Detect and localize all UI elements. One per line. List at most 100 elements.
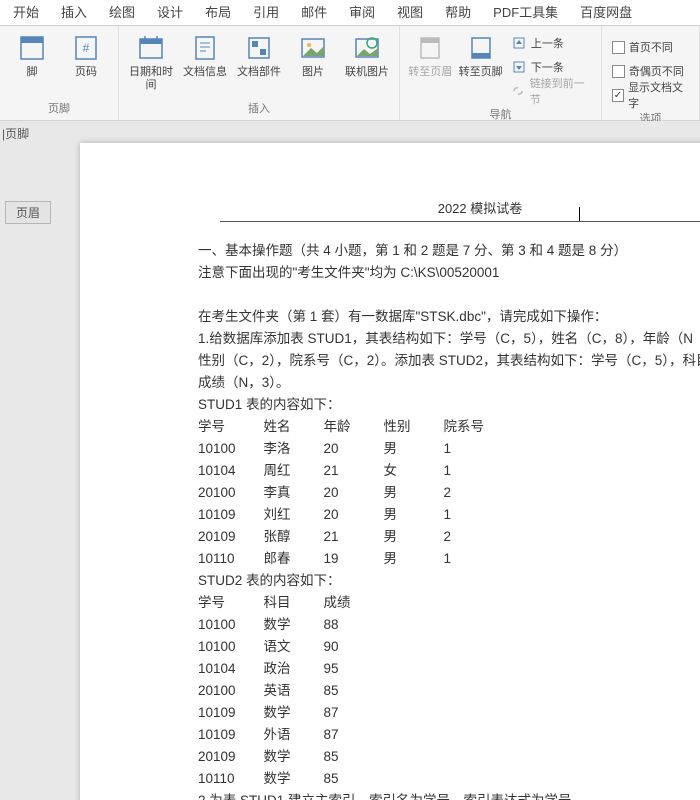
show-doctext-check[interactable]: ✓显示文档文字 bbox=[612, 84, 689, 106]
table-row: 10110郎春19男1 bbox=[198, 548, 512, 570]
tab-review[interactable]: 审阅 bbox=[338, 0, 386, 26]
table-row: 20100英语85 bbox=[198, 680, 379, 702]
header-text[interactable]: 2022 模拟试卷 bbox=[220, 198, 700, 219]
table-row: 20109数学85 bbox=[198, 746, 379, 768]
stud2-table: 学号科目成绩10100数学8810100语文9010104政治9520100英语… bbox=[198, 592, 379, 790]
table-cell: 20109 bbox=[198, 746, 264, 768]
checkbox-checked-icon: ✓ bbox=[612, 89, 624, 102]
table-cell: 19 bbox=[324, 548, 384, 570]
tab-start[interactable]: 开始 bbox=[2, 0, 50, 26]
table-row: 10110数学85 bbox=[198, 768, 379, 790]
tab-view[interactable]: 视图 bbox=[386, 0, 434, 26]
doc-line: 在考生文件夹（第 1 套）有一数据库"STSK.dbc"，请完成如下操作： bbox=[198, 306, 700, 328]
goto-footer-btn[interactable]: 转至页脚 bbox=[456, 30, 504, 104]
tab-help[interactable]: 帮助 bbox=[434, 0, 482, 26]
table-cell: 21 bbox=[324, 460, 384, 482]
goto-header-icon bbox=[414, 32, 446, 64]
group-nav: 转至页眉 转至页脚 上一条 下一条 链接到前一节 导航 bbox=[400, 26, 602, 120]
doc-line: 注意下面出现的"考生文件夹"均为 C:\KS\00520001 bbox=[198, 262, 700, 284]
table-header-cell: 年龄 bbox=[324, 416, 384, 438]
table-cell: 20 bbox=[324, 482, 384, 504]
picture-btn[interactable]: 图片 bbox=[287, 30, 339, 92]
table-row: 10100李洛20男1 bbox=[198, 438, 512, 460]
diff-oddeven-label: 奇偶页不同 bbox=[629, 63, 684, 79]
table-cell: 男 bbox=[384, 548, 444, 570]
picture-label: 图片 bbox=[302, 66, 324, 79]
docinfo-btn[interactable]: 文档信息 bbox=[179, 30, 231, 92]
table-cell: 95 bbox=[324, 658, 379, 680]
table-header-cell: 成绩 bbox=[324, 592, 379, 614]
table-header-cell: 性别 bbox=[384, 416, 444, 438]
onlinepic-btn[interactable]: 联机图片 bbox=[341, 30, 393, 92]
table-cell: 10109 bbox=[198, 702, 264, 724]
table-cell: 90 bbox=[324, 636, 379, 658]
tab-layout[interactable]: 布局 bbox=[194, 0, 242, 26]
table-cell: 数学 bbox=[264, 614, 324, 636]
table-header-cell: 姓名 bbox=[264, 416, 324, 438]
table-cell: 男 bbox=[384, 504, 444, 526]
tab-baidu[interactable]: 百度网盘 bbox=[569, 0, 643, 26]
table-cell: 男 bbox=[384, 526, 444, 548]
doc-line: STUD2 表的内容如下： bbox=[198, 570, 700, 592]
header-underline bbox=[220, 221, 700, 222]
table-header-cell: 院系号 bbox=[444, 416, 513, 438]
quickparts-label: 文档部件 bbox=[237, 66, 281, 79]
table-cell: 男 bbox=[384, 438, 444, 460]
table-cell: 10100 bbox=[198, 614, 264, 636]
table-cell: 87 bbox=[324, 702, 379, 724]
table-cell: 周红 bbox=[264, 460, 324, 482]
header-btn[interactable]: 脚 bbox=[6, 30, 58, 79]
tab-draw[interactable]: 绘图 bbox=[98, 0, 146, 26]
goto-header-btn[interactable]: 转至页眉 bbox=[406, 30, 454, 104]
table-header-cell: 学号 bbox=[198, 592, 264, 614]
table-cell: 英语 bbox=[264, 680, 324, 702]
arrow-down-icon bbox=[511, 59, 527, 75]
show-doctext-label: 显示文档文字 bbox=[628, 79, 689, 111]
page[interactable]: 页眉 2022 模拟试卷 一、基本操作题（共 4 小题，第 1 和 2 题是 7… bbox=[80, 143, 700, 800]
doc-blank bbox=[198, 284, 700, 306]
table-cell: 87 bbox=[324, 724, 379, 746]
datetime-btn[interactable]: 日期和时间 bbox=[125, 30, 177, 92]
datetime-icon bbox=[135, 32, 167, 64]
tab-strip: 开始 插入 绘图 设计 布局 引用 邮件 审阅 视图 帮助 PDF工具集 百度网… bbox=[0, 0, 700, 26]
tab-insert[interactable]: 插入 bbox=[50, 0, 98, 26]
onlinepic-label: 联机图片 bbox=[345, 66, 389, 79]
checkbox-icon bbox=[612, 65, 625, 78]
quickparts-btn[interactable]: 文档部件 bbox=[233, 30, 285, 92]
header-label: 脚 bbox=[27, 66, 38, 79]
doc-line: STUD1 表的内容如下： bbox=[198, 394, 700, 416]
link-prev-btn[interactable]: 链接到前一节 bbox=[511, 80, 591, 102]
docinfo-icon bbox=[189, 32, 221, 64]
svg-text:#: # bbox=[83, 41, 90, 55]
table-cell: 张醇 bbox=[264, 526, 324, 548]
onlinepic-icon bbox=[351, 32, 383, 64]
link-icon bbox=[511, 83, 526, 99]
ribbon: 脚 # 页码 页脚 日期和时间 文档信息 文档部件 bbox=[0, 26, 700, 121]
tab-mailings[interactable]: 邮件 bbox=[290, 0, 338, 26]
table-cell: 2 bbox=[444, 526, 513, 548]
docinfo-label: 文档信息 bbox=[183, 66, 227, 79]
tab-design[interactable]: 设计 bbox=[146, 0, 194, 26]
diff-first-label: 首页不同 bbox=[629, 39, 673, 55]
table-cell: 1 bbox=[444, 438, 513, 460]
diff-first-check[interactable]: 首页不同 bbox=[612, 36, 689, 58]
table-cell: 10109 bbox=[198, 724, 264, 746]
stud1-table: 学号姓名年龄性别院系号10100李洛20男110104周红21女120100李真… bbox=[198, 416, 512, 570]
doc-line: 一、基本操作题（共 4 小题，第 1 和 2 题是 7 分、第 3 和 4 题是… bbox=[198, 240, 700, 262]
table-cell: 20109 bbox=[198, 526, 264, 548]
goto-footer-icon bbox=[465, 32, 497, 64]
pagenum-btn[interactable]: # 页码 bbox=[60, 30, 112, 79]
group-header-footer: 脚 # 页码 页脚 bbox=[0, 26, 119, 120]
table-cell: 10109 bbox=[198, 504, 264, 526]
table-cell: 2 bbox=[444, 482, 513, 504]
tab-pdf[interactable]: PDF工具集 bbox=[482, 0, 569, 26]
table-cell: 10100 bbox=[198, 636, 264, 658]
pagenum-label: 页码 bbox=[75, 66, 97, 79]
tab-references[interactable]: 引用 bbox=[242, 0, 290, 26]
header-tag[interactable]: 页眉 bbox=[5, 201, 51, 224]
table-cell: 20100 bbox=[198, 482, 264, 504]
table-row: 10100数学88 bbox=[198, 614, 379, 636]
table-header-cell: 科目 bbox=[264, 592, 324, 614]
table-cell: 1 bbox=[444, 548, 513, 570]
prev-btn[interactable]: 上一条 bbox=[511, 32, 591, 54]
